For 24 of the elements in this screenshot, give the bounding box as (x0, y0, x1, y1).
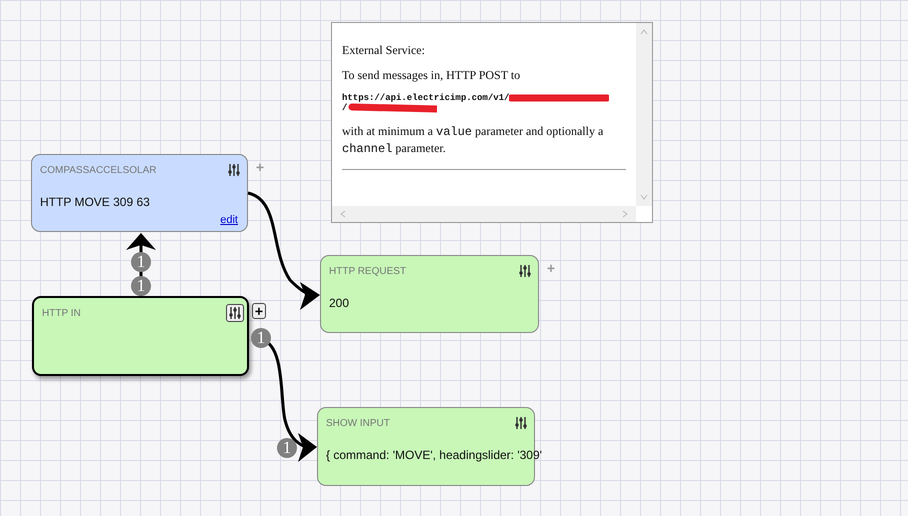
sliders-icon[interactable] (226, 304, 244, 322)
node-title: COMPASSACCELSOLAR (40, 165, 157, 176)
node-value: 200 (329, 296, 350, 310)
sliders-icon[interactable] (518, 264, 532, 278)
info-text: To send messages in, HTTP POST to (342, 68, 522, 83)
node-value: { command: 'MOVE', headingslider: '309' (326, 448, 542, 462)
count-badge: 1 (251, 328, 271, 348)
scrollbar[interactable] (332, 206, 636, 222)
url-text: https://api.electricimp.com/v1/ (342, 93, 510, 103)
count-badge: 1 (131, 252, 151, 272)
node-value: HTTP MOVE 309 63 (40, 195, 150, 209)
count-badge: 1 (131, 276, 151, 296)
node-title: SHOW INPUT (326, 418, 390, 429)
add-button[interactable]: + (252, 303, 266, 319)
url-text: / (342, 103, 348, 113)
node-title: HTTP IN (42, 308, 81, 319)
scrollbar[interactable] (636, 23, 652, 206)
node-title: HTTP REQUEST (329, 266, 406, 277)
info-heading: External Service: (342, 43, 426, 58)
sliders-icon[interactable] (514, 416, 528, 430)
info-text: with at minimum a value parameter and optionally a channel parameter. (342, 123, 604, 157)
edit-link[interactable]: edit (220, 214, 238, 226)
sliders-icon[interactable] (227, 163, 241, 177)
count-badge: 1 (277, 438, 297, 458)
